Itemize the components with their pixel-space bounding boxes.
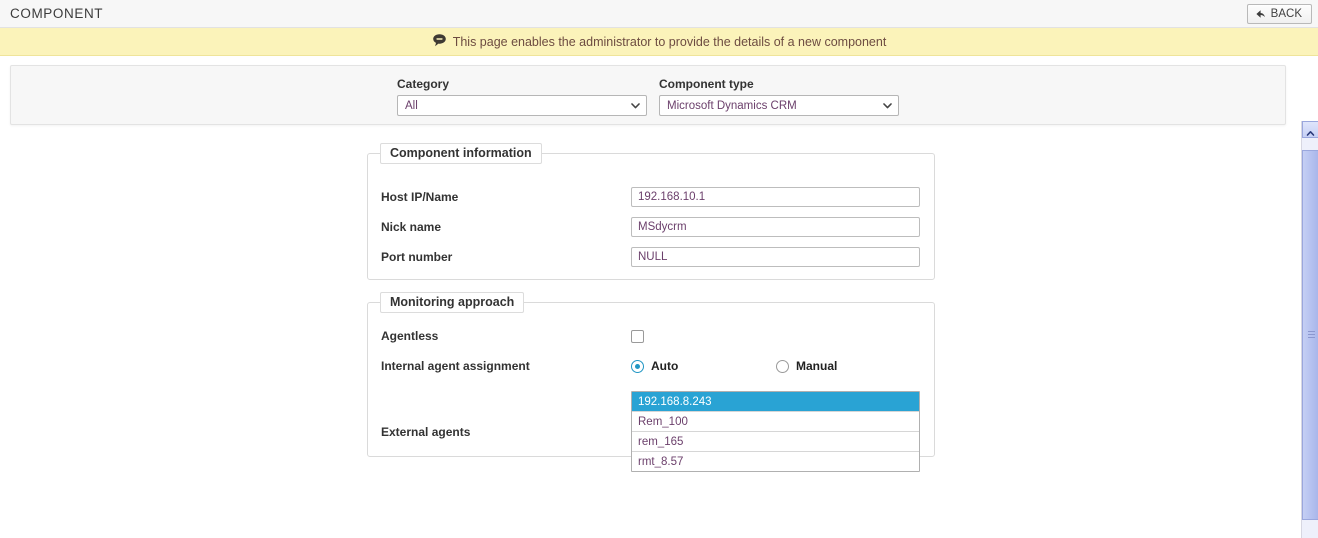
grip-icon [1308, 331, 1315, 339]
component-type-select-group: Component type Microsoft Dynamics CRM [659, 77, 899, 116]
page-titlebar: COMPONENT BACK [0, 0, 1318, 28]
page-content: Category All Component type Microsoft Dy… [0, 65, 1296, 472]
chevron-down-icon [630, 100, 641, 111]
list-item[interactable]: rem_165 [632, 432, 919, 452]
internal-agent-assignment-label: Internal agent assignment [381, 359, 530, 373]
host-ip-name-label: Host IP/Name [381, 190, 459, 204]
port-number-input[interactable] [631, 247, 920, 267]
list-item[interactable]: rmt_8.57 [632, 452, 919, 471]
internal-agent-auto-radio[interactable]: Auto [631, 359, 776, 373]
selector-panel: Category All Component type Microsoft Dy… [10, 65, 1286, 125]
radio-unselected-icon [776, 359, 789, 373]
internal-agent-auto-label: Auto [651, 359, 679, 373]
chevron-down-icon [882, 100, 893, 111]
external-agents-label: External agents [381, 424, 471, 439]
category-label: Category [397, 77, 450, 91]
agentless-label: Agentless [381, 329, 439, 343]
external-agents-listbox[interactable]: 192.168.8.243 Rem_100 rem_165 rmt_8.57 [631, 391, 920, 472]
component-type-select[interactable]: Microsoft Dynamics CRM [659, 95, 899, 116]
nick-name-row: Nick name [381, 217, 920, 237]
category-select-group: Category All [397, 77, 647, 116]
back-button[interactable]: BACK [1246, 4, 1312, 24]
host-ip-name-row: Host IP/Name [381, 187, 920, 207]
internal-agent-manual-label: Manual [796, 359, 838, 373]
internal-agent-assignment-row: Internal agent assignment Auto Manual [381, 359, 837, 373]
component-information-legend: Component information [380, 143, 542, 164]
port-number-row: Port number [381, 247, 920, 267]
comment-bubble-icon [432, 33, 447, 48]
radio-selected-icon [631, 359, 644, 373]
monitoring-approach-legend: Monitoring approach [380, 292, 525, 313]
agentless-row: Agentless [381, 329, 644, 343]
chevron-up-icon [1306, 125, 1315, 136]
nick-name-label: Nick name [381, 220, 442, 234]
page-title: COMPONENT [10, 6, 104, 21]
info-notice-bar: This page enables the administrator to p… [0, 28, 1318, 56]
scrollbar-thumb[interactable] [1302, 150, 1318, 520]
component-type-select-value: Microsoft Dynamics CRM [667, 99, 797, 112]
category-select[interactable]: All [397, 95, 647, 116]
nick-name-input[interactable] [631, 217, 920, 237]
page-scroll-area: Category All Component type Microsoft Dy… [0, 65, 1318, 538]
vertical-scrollbar[interactable] [1301, 121, 1318, 538]
list-item[interactable]: Rem_100 [632, 412, 919, 432]
internal-agent-manual-radio[interactable]: Manual [776, 359, 837, 373]
list-item[interactable]: 192.168.8.243 [632, 392, 919, 412]
info-notice-text: This page enables the administrator to p… [452, 34, 887, 49]
monitoring-approach-fieldset: Monitoring approach Agentless Internal a… [367, 292, 935, 472]
port-number-label: Port number [381, 250, 453, 264]
scroll-up-button[interactable] [1302, 121, 1318, 138]
back-button-label: BACK [1270, 8, 1302, 20]
category-select-value: All [405, 99, 418, 112]
arrow-left-icon [1255, 9, 1266, 20]
host-ip-name-input[interactable] [631, 187, 920, 207]
scrollbar-track[interactable] [1302, 138, 1318, 538]
agentless-checkbox[interactable] [631, 329, 644, 343]
component-type-label: Component type [659, 77, 754, 91]
component-page: COMPONENT BACK This page enables the adm… [0, 0, 1318, 538]
component-information-fieldset: Component information Host IP/Name Nick … [367, 143, 935, 280]
external-agents-row: External agents 192.168.8.243 Rem_100 re… [381, 391, 920, 472]
